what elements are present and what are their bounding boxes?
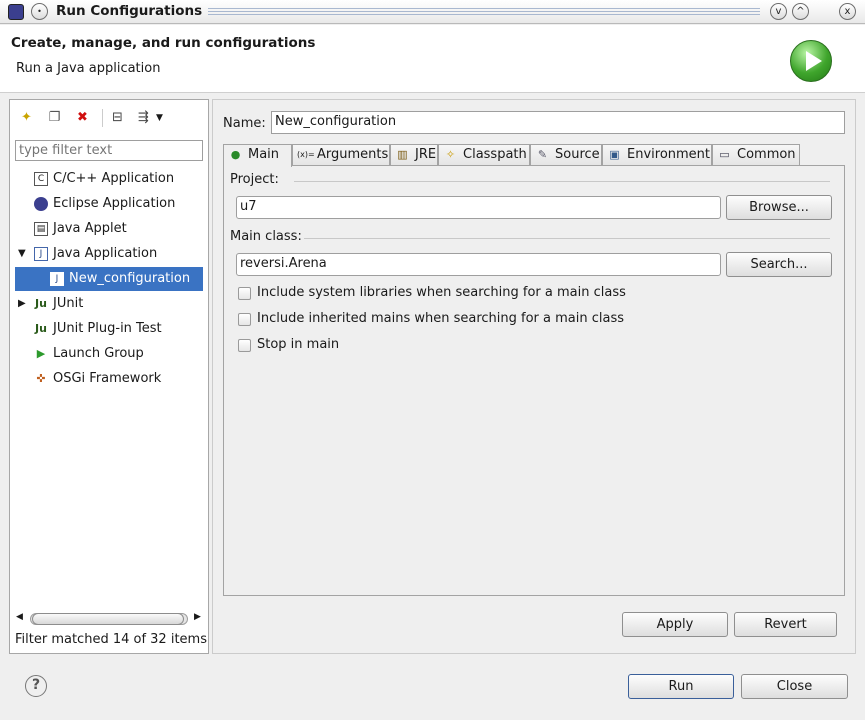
window-title: Run Configurations — [56, 3, 203, 19]
c-app-icon: C — [34, 172, 48, 186]
project-label: Project: — [230, 172, 279, 187]
minimize-button[interactable]: v — [770, 3, 787, 20]
filter-icon[interactable]: ⇶ — [135, 110, 152, 126]
run-logo-icon — [790, 40, 832, 82]
revert-button[interactable]: Revert — [734, 612, 837, 637]
arguments-icon: (x)= — [297, 150, 315, 159]
eclipse-icon — [34, 197, 48, 211]
app-icon — [8, 4, 24, 20]
tree-item-junit[interactable]: ▶ Ju JUnit — [10, 292, 206, 316]
tree-item-osgi-framework[interactable]: ✜ OSGi Framework — [10, 367, 206, 391]
tab-jre[interactable]: ▥ JRE — [390, 144, 438, 166]
filter-status: Filter matched 14 of 32 items — [15, 632, 207, 647]
tree-item-eclipse-application[interactable]: Eclipse Application — [10, 192, 206, 216]
common-icon: ▭ — [719, 148, 730, 161]
name-input[interactable]: New_configuration — [271, 111, 845, 134]
header-title: Create, manage, and run configurations — [11, 35, 316, 51]
chevron-down-icon[interactable]: ▼ — [18, 242, 26, 266]
header-subtitle: Run a Java application — [16, 61, 161, 76]
environment-icon: ▣ — [609, 148, 620, 161]
main-class-separator — [304, 238, 830, 239]
tree-item-java-applet[interactable]: ▤ Java Applet — [10, 217, 206, 241]
tab-classpath[interactable]: ✧ Classpath — [438, 144, 530, 166]
name-label: Name: — [223, 116, 266, 131]
junit-plugin-icon: Ju — [35, 322, 47, 335]
left-toolbar: ✦ ❐ ✖ ⊟ ⇶ ▼ — [10, 100, 208, 134]
java-app-icon: J — [34, 247, 48, 261]
scroll-left-icon[interactable]: ◀ — [16, 612, 23, 622]
tree-item-new-configuration[interactable]: J New_configuration — [15, 267, 203, 291]
java-config-icon: J — [50, 272, 64, 286]
delete-icon[interactable]: ✖ — [74, 110, 91, 126]
scroll-right-icon[interactable]: ▶ — [194, 612, 201, 622]
tab-bar: ● Main (x)= Arguments ▥ JRE ✧ Classpath … — [223, 144, 829, 167]
horizontal-scrollbar[interactable]: ◀ ▶ — [16, 611, 202, 627]
configuration-list-panel: ✦ ❐ ✖ ⊟ ⇶ ▼ C C/C++ Application Eclipse … — [9, 99, 209, 654]
duplicate-icon[interactable]: ❐ — [46, 110, 63, 126]
tab-common[interactable]: ▭ Common — [712, 144, 800, 166]
main-tab-icon: ● — [230, 148, 241, 161]
junit-icon: Ju — [35, 297, 47, 310]
close-window-button[interactable]: x — [839, 3, 856, 20]
applet-icon: ▤ — [34, 222, 48, 236]
tree-item-launch-group[interactable]: ▶ Launch Group — [10, 342, 206, 366]
window-menu-button[interactable]: • — [31, 3, 48, 20]
filter-input[interactable] — [15, 140, 203, 161]
main-tab-content: Project: u7 Browse... Main class: revers… — [223, 165, 845, 596]
chevron-down-icon[interactable]: ▼ — [151, 110, 168, 126]
close-button[interactable]: Close — [741, 674, 848, 699]
source-icon: ✎ — [537, 148, 548, 161]
tree-item-java-application[interactable]: ▼ J Java Application — [10, 242, 206, 266]
checkbox-box[interactable] — [238, 287, 251, 300]
browse-button[interactable]: Browse... — [726, 195, 832, 220]
configuration-editor-panel: Name: New_configuration ● Main (x)= Argu… — [212, 99, 856, 654]
dialog-header: Create, manage, and run configurations R… — [0, 25, 865, 93]
collapse-all-icon[interactable]: ⊟ — [109, 110, 126, 126]
run-button[interactable]: Run — [628, 674, 734, 699]
help-icon[interactable]: ? — [25, 675, 47, 697]
jre-icon: ▥ — [397, 148, 408, 161]
scroll-thumb[interactable] — [32, 613, 184, 625]
classpath-icon: ✧ — [445, 148, 456, 161]
project-separator — [294, 181, 830, 182]
maximize-button[interactable]: ^ — [792, 3, 809, 20]
new-config-icon[interactable]: ✦ — [18, 110, 35, 126]
tab-arguments[interactable]: (x)= Arguments — [292, 144, 390, 166]
main-class-label: Main class: — [230, 229, 302, 244]
project-input[interactable]: u7 — [236, 196, 721, 219]
title-bar: • Run Configurations v ^ x — [0, 0, 865, 24]
launch-group-icon: ▶ — [36, 347, 46, 360]
search-button[interactable]: Search... — [726, 252, 832, 277]
tab-source[interactable]: ✎ Source — [530, 144, 602, 166]
osgi-icon: ✜ — [36, 372, 46, 385]
checkbox-box[interactable] — [238, 313, 251, 326]
main-class-input[interactable]: reversi.Arena — [236, 253, 721, 276]
toolbar-separator — [102, 109, 103, 127]
chevron-right-icon[interactable]: ▶ — [18, 292, 26, 316]
tree-item-cpp-application[interactable]: C C/C++ Application — [10, 167, 206, 191]
tab-main[interactable]: ● Main — [223, 144, 292, 167]
tab-environment[interactable]: ▣ Environment — [602, 144, 712, 166]
apply-button[interactable]: Apply — [622, 612, 728, 637]
checkbox-box[interactable] — [238, 339, 251, 352]
title-decoration — [208, 8, 760, 17]
tree-item-junit-plugin-test[interactable]: Ju JUnit Plug-in Test — [10, 317, 206, 341]
